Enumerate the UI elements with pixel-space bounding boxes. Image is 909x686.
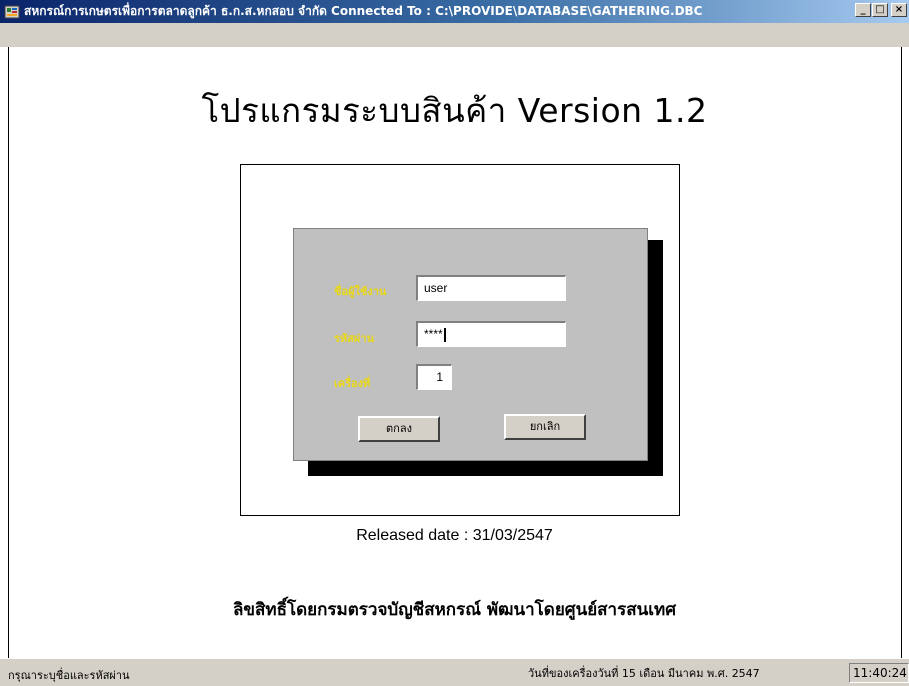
window-title: สหกรณ์การเกษตรเพื่อการตลาดลูกค้า ธ.ก.ส.ห… [24,4,703,18]
client-border-right [901,47,902,658]
client-border-left [8,47,9,658]
copyright-text: ลิขสิทธิ์โดยกรมตรวจบัญชีสหกรณ์ พัฒนาโดยศ… [232,600,677,620]
password-value: **** [424,327,443,341]
machine-number-input[interactable]: 1 [416,364,452,390]
status-message: กรุณาระบุชื่อและรหัสผ่าน [8,669,130,682]
minimize-button[interactable]: _ [855,3,871,17]
machine-label: เครื่องที่ [334,377,371,390]
status-date: วันที่ของเครื่องวันที่ 15 เดือน มีนาคม พ… [528,667,760,680]
username-label: ชื่อผู้ใช้งาน [334,285,387,298]
title-bar[interactable]: สหกรณ์การเกษตรเพื่อการตลาดลูกค้า ธ.ก.ส.ห… [0,0,909,23]
username-input[interactable]: user [416,275,566,301]
app-icon [4,4,20,20]
maximize-button[interactable]: □ [872,3,888,17]
ok-button[interactable]: ตกลง [358,416,440,442]
password-label: รหัสผ่าน [334,332,375,345]
cancel-button[interactable]: ยกเลิก [504,414,586,440]
status-bar: กรุณาระบุชื่อและรหัสผ่าน วันที่ของเครื่อ… [0,658,909,686]
app-window: สหกรณ์การเกษตรเพื่อการตลาดลูกค้า ธ.ก.ส.ห… [0,0,909,686]
window-controls: _ □ × [854,3,907,17]
close-button[interactable]: × [891,3,907,17]
page-title: โปรแกรมระบบสินค้า Version 1.2 [201,91,708,130]
password-input[interactable]: **** [416,321,566,347]
released-date: Released date : 31/03/2547 [356,527,553,544]
text-caret [443,327,446,342]
status-clock: 11:40:24 [849,663,909,683]
menu-strip [0,23,909,47]
login-panel: ชื่อผู้ใช้งาน user รหัสผ่าน **** เครื่อง… [293,228,648,461]
